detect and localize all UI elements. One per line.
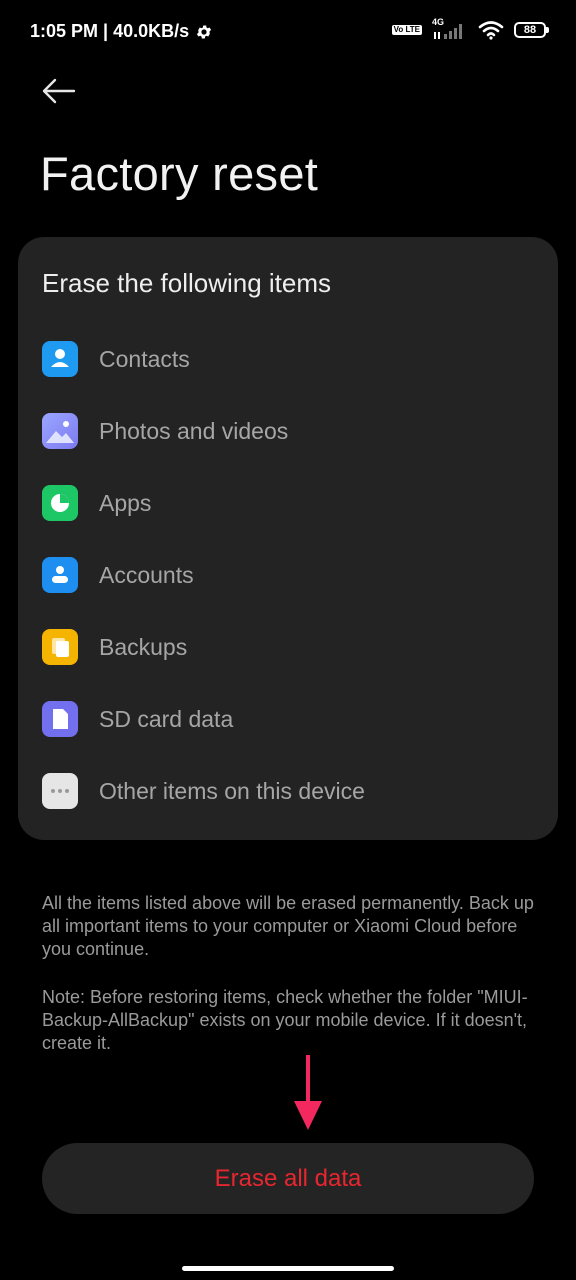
- list-item-label: Contacts: [99, 345, 190, 372]
- erase-items-card: Erase the following items Contacts Photo…: [18, 237, 558, 840]
- list-item-label: Apps: [99, 489, 152, 516]
- contacts-icon: [42, 341, 78, 377]
- erase-all-data-button[interactable]: Erase all data: [42, 1143, 534, 1214]
- status-time-speed: 1:05 PM | 40.0KB/s: [30, 21, 190, 41]
- settings-gear-icon: [196, 25, 212, 38]
- list-item-other: Other items on this device: [42, 771, 365, 811]
- arrow-down-icon: [294, 1055, 322, 1130]
- erase-warning-text: All the items listed above will be erase…: [42, 893, 534, 959]
- list-item-contacts: Contacts: [42, 339, 190, 379]
- volte-icon: Vo LTE: [391, 25, 422, 35]
- list-item-backups: Backups: [42, 627, 187, 667]
- apps-icon: [42, 485, 78, 521]
- back-button[interactable]: [40, 72, 80, 112]
- accounts-icon: [42, 557, 78, 593]
- battery-level: 88: [523, 24, 537, 36]
- more-icon: [42, 773, 78, 809]
- list-item-label: Backups: [99, 633, 188, 660]
- list-item-accounts: Accounts: [42, 555, 194, 595]
- list-item-label: SD card data: [99, 705, 234, 732]
- volte-label: Vo LTE: [393, 25, 420, 34]
- sd-card-icon: [42, 701, 78, 737]
- backups-icon: [42, 629, 78, 665]
- wifi-icon: [478, 21, 504, 40]
- list-item-sd-card: SD card data: [42, 699, 233, 739]
- backup-note-text: Note: Before restoring items, check whet…: [42, 987, 528, 1053]
- battery-icon: 88: [514, 22, 549, 38]
- page-title: Factory reset: [40, 147, 319, 200]
- back-arrow-icon: [42, 78, 76, 104]
- photos-icon: [42, 413, 78, 449]
- list-item-label: Other items on this device: [99, 777, 365, 804]
- home-indicator[interactable]: [182, 1266, 394, 1271]
- list-item-apps: Apps: [42, 483, 151, 523]
- list-item-photos: Photos and videos: [42, 411, 288, 451]
- cellular-signal-icon: 4G: [432, 17, 468, 40]
- status-left: 1:05 PM | 40.0KB/s: [30, 21, 213, 42]
- status-bar: 1:05 PM | 40.0KB/s Vo LTE 4G 88: [0, 0, 576, 64]
- list-item-label: Accounts: [99, 561, 194, 588]
- card-heading: Erase the following items: [42, 268, 332, 298]
- status-right: Vo LTE 4G 88: [391, 17, 549, 40]
- list-item-label: Photos and videos: [99, 417, 289, 444]
